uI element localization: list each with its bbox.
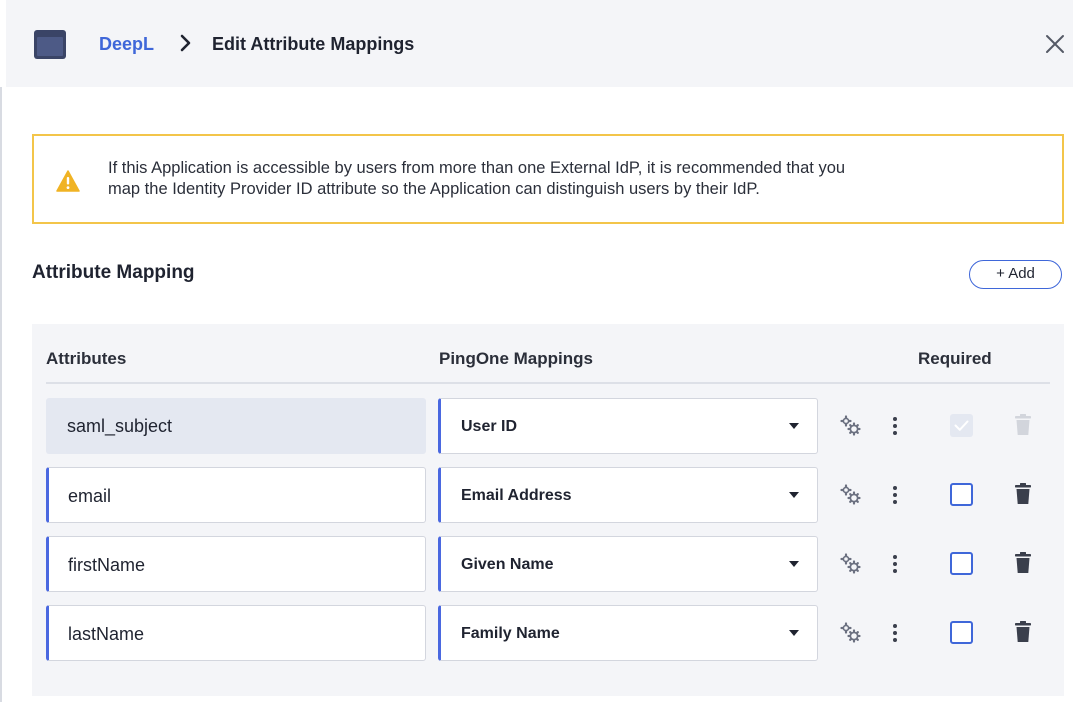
checkmark-icon bbox=[954, 420, 969, 431]
header-divider bbox=[46, 382, 1050, 384]
breadcrumb-app-link[interactable]: DeepL bbox=[99, 34, 154, 55]
more-options-icon[interactable] bbox=[891, 484, 899, 506]
attribute-input[interactable]: firstName bbox=[46, 536, 426, 592]
gears-icon[interactable] bbox=[839, 484, 863, 506]
table-row: email Email Address bbox=[46, 467, 1050, 523]
section-title: Attribute Mapping bbox=[32, 262, 195, 283]
mapping-value: Given Name bbox=[461, 556, 554, 573]
caret-down-icon bbox=[789, 630, 799, 636]
attribute-value: email bbox=[68, 486, 112, 506]
attribute-field-readonly: saml_subject bbox=[46, 398, 426, 454]
mapping-select[interactable]: User ID bbox=[438, 398, 818, 454]
mapping-select[interactable]: Email Address bbox=[438, 467, 818, 523]
attribute-value: saml_subject bbox=[67, 416, 173, 436]
more-options-icon[interactable] bbox=[891, 553, 899, 575]
table-row: saml_subject User ID bbox=[46, 398, 1050, 454]
mapping-value: Family Name bbox=[461, 625, 560, 642]
add-mapping-button[interactable]: + Add bbox=[969, 260, 1062, 289]
gears-icon[interactable] bbox=[839, 622, 863, 644]
table-row: lastName Family Name bbox=[46, 605, 1050, 661]
attribute-value: firstName bbox=[68, 555, 146, 575]
attribute-value: lastName bbox=[68, 624, 145, 644]
column-header-attributes: Attributes bbox=[46, 349, 127, 368]
required-checkbox[interactable] bbox=[950, 621, 973, 644]
attribute-input[interactable]: email bbox=[46, 467, 426, 523]
required-checkbox[interactable] bbox=[950, 414, 973, 437]
mapping-value: Email Address bbox=[461, 487, 572, 504]
mapping-select[interactable]: Given Name bbox=[438, 536, 818, 592]
trash-icon[interactable] bbox=[1015, 552, 1031, 574]
attribute-input[interactable]: lastName bbox=[46, 605, 426, 661]
close-icon[interactable] bbox=[1043, 32, 1067, 56]
table-row: firstName Given Name bbox=[46, 536, 1050, 592]
warning-message: If this Application is accessible by use… bbox=[108, 158, 1058, 200]
gears-icon[interactable] bbox=[839, 415, 863, 437]
required-checkbox[interactable] bbox=[950, 552, 973, 575]
chevron-right-icon bbox=[180, 34, 191, 52]
mapping-value: User ID bbox=[461, 418, 518, 435]
trash-icon[interactable] bbox=[1015, 621, 1031, 643]
trash-icon[interactable] bbox=[1015, 483, 1031, 505]
gears-icon[interactable] bbox=[839, 553, 863, 575]
warning-line-1: If this Application is accessible by use… bbox=[108, 159, 846, 177]
column-header-required: Required bbox=[918, 349, 992, 368]
more-options-icon[interactable] bbox=[891, 622, 899, 644]
mapping-select[interactable]: Family Name bbox=[438, 605, 818, 661]
warning-banner: If this Application is accessible by use… bbox=[32, 134, 1064, 224]
trash-icon-disabled bbox=[1015, 414, 1031, 435]
required-checkbox[interactable] bbox=[950, 483, 973, 506]
caret-down-icon bbox=[789, 492, 799, 498]
warning-icon bbox=[56, 170, 80, 192]
column-header-mappings: PingOne Mappings bbox=[439, 349, 593, 368]
warning-line-2: map the Identity Provider ID attribute s… bbox=[108, 180, 760, 198]
modal-header: DeepL Edit Attribute Mappings bbox=[6, 0, 1073, 87]
app-logo-icon bbox=[34, 30, 66, 59]
caret-down-icon bbox=[789, 423, 799, 429]
page-title: Edit Attribute Mappings bbox=[212, 34, 415, 54]
modal-left-border bbox=[0, 87, 2, 702]
more-options-icon[interactable] bbox=[891, 415, 899, 437]
caret-down-icon bbox=[789, 561, 799, 567]
